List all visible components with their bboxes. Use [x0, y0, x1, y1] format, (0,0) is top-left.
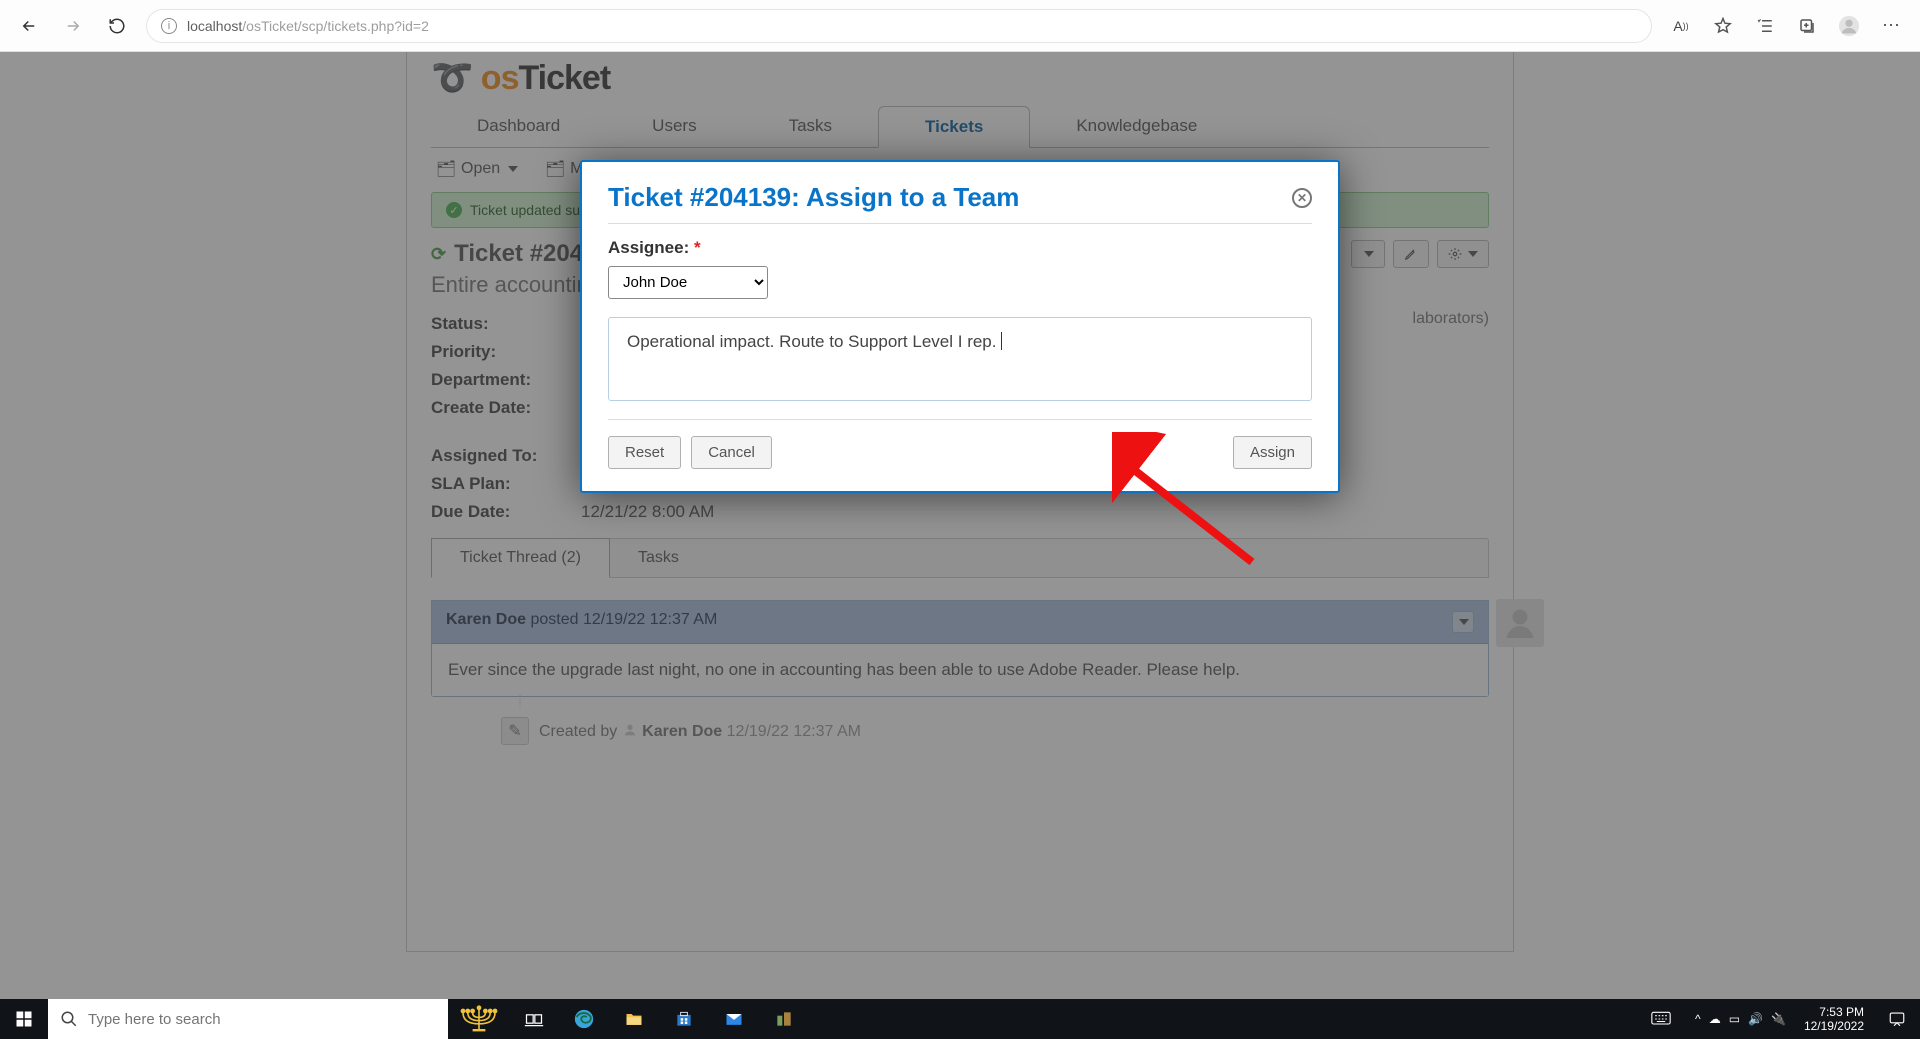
assign-button[interactable]: Assign — [1233, 436, 1312, 469]
collections-icon[interactable] — [1792, 11, 1822, 41]
file-explorer-icon[interactable] — [610, 999, 658, 1039]
back-button[interactable] — [14, 11, 44, 41]
system-tray[interactable]: ^ ☁ ▭ 🔊 🔌 — [1695, 1012, 1786, 1026]
taskbar-search-input[interactable] — [88, 1011, 436, 1028]
ms-store-icon[interactable] — [660, 999, 708, 1039]
task-view-icon[interactable] — [510, 999, 558, 1039]
modal-title: Ticket #204139: Assign to a Team — [608, 182, 1019, 213]
security-icon[interactable] — [760, 999, 808, 1039]
start-button[interactable] — [0, 999, 48, 1039]
power-icon[interactable]: 🔌 — [1771, 1012, 1786, 1026]
menorah-icon[interactable] — [448, 1004, 510, 1034]
display-icon[interactable]: ▭ — [1729, 1012, 1740, 1026]
clock-time: 7:53 PM — [1804, 1005, 1864, 1019]
browser-toolbar: i localhost/osTicket/scp/tickets.php?id=… — [0, 0, 1920, 52]
address-bar[interactable]: i localhost/osTicket/scp/tickets.php?id=… — [146, 9, 1652, 43]
url-host: localhost — [187, 18, 242, 34]
favorites-list-icon[interactable] — [1750, 11, 1780, 41]
forward-button[interactable] — [58, 11, 88, 41]
taskbar-clock[interactable]: 7:53 PM 12/19/2022 — [1796, 1005, 1872, 1034]
favorite-icon[interactable] — [1708, 11, 1738, 41]
volume-icon[interactable]: 🔊 — [1748, 1012, 1763, 1026]
assignment-note-input[interactable]: Operational impact. Route to Support Lev… — [608, 317, 1312, 401]
url-path: /osTicket/scp/tickets.php?id=2 — [242, 18, 429, 34]
notifications-icon[interactable] — [1882, 1010, 1912, 1028]
onedrive-icon[interactable]: ☁ — [1709, 1012, 1721, 1026]
menu-icon[interactable]: ⋯ — [1876, 11, 1906, 41]
cancel-button[interactable]: Cancel — [691, 436, 772, 469]
profile-icon[interactable] — [1834, 11, 1864, 41]
chevron-up-icon[interactable]: ^ — [1695, 1012, 1701, 1026]
required-marker: * — [694, 238, 701, 257]
reset-button[interactable]: Reset — [608, 436, 681, 469]
clock-date: 12/19/2022 — [1804, 1019, 1864, 1033]
edge-icon[interactable] — [560, 999, 608, 1039]
read-aloud-icon[interactable]: A)) — [1666, 11, 1696, 41]
search-icon — [60, 1010, 78, 1028]
assign-modal: Ticket #204139: Assign to a Team ✕ Assig… — [580, 160, 1340, 493]
taskbar-search[interactable] — [48, 999, 448, 1039]
text-cursor — [1001, 332, 1002, 350]
assignee-select[interactable]: John Doe — [608, 266, 768, 299]
keyboard-icon[interactable] — [1637, 1011, 1685, 1027]
windows-taskbar: ^ ☁ ▭ 🔊 🔌 7:53 PM 12/19/2022 — [0, 999, 1920, 1039]
site-info-icon[interactable]: i — [161, 18, 177, 34]
reload-button[interactable] — [102, 11, 132, 41]
assignee-label: Assignee: — [608, 238, 689, 257]
mail-icon[interactable] — [710, 999, 758, 1039]
close-icon[interactable]: ✕ — [1292, 188, 1312, 208]
